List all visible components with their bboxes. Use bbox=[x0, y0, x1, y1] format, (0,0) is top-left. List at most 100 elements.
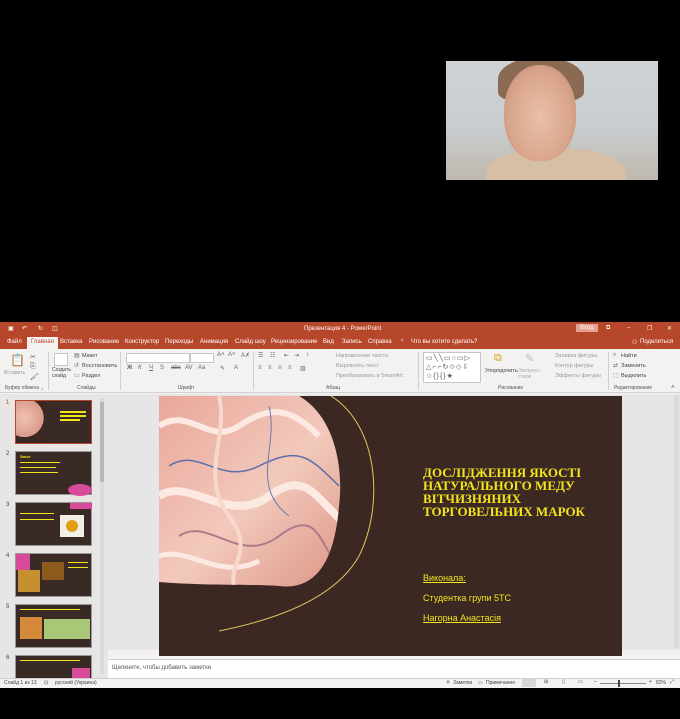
reset-button[interactable]: Восстановить bbox=[82, 363, 117, 369]
align-text-button[interactable]: Выровнять текст bbox=[336, 363, 379, 369]
shadow-icon[interactable]: S bbox=[160, 365, 164, 371]
tab-record[interactable]: Запись bbox=[342, 339, 362, 345]
smartart-button[interactable]: Преобразовать в SmartArt bbox=[336, 373, 403, 379]
reset-icon[interactable]: ↺ bbox=[74, 362, 79, 369]
find-button[interactable]: Найти bbox=[621, 353, 637, 359]
align-right-icon[interactable]: ≡ bbox=[278, 365, 282, 371]
tab-view[interactable]: Вид bbox=[323, 339, 334, 345]
clear-format-icon[interactable]: A✗ bbox=[241, 352, 250, 359]
bullets-icon[interactable]: ☰ bbox=[258, 352, 263, 359]
thumbnail-slide-5[interactable] bbox=[15, 604, 92, 648]
tab-file[interactable]: Файл bbox=[7, 339, 22, 345]
spacing-icon[interactable]: AV bbox=[185, 365, 193, 371]
highlight-icon[interactable]: ✎ bbox=[220, 365, 225, 372]
notes-button[interactable]: Заметки bbox=[453, 680, 472, 686]
thumbnail-slide-2[interactable]: Зміст bbox=[15, 451, 92, 496]
zoom-slider[interactable] bbox=[600, 680, 646, 687]
new-slide-icon[interactable] bbox=[54, 353, 68, 366]
canvas-scrollbar[interactable] bbox=[674, 396, 679, 648]
font-size-select[interactable] bbox=[190, 353, 214, 363]
thumbnail-slide-1[interactable] bbox=[15, 400, 92, 444]
paste-button[interactable]: Вставить bbox=[4, 370, 25, 376]
tab-home[interactable]: Главная bbox=[27, 337, 58, 349]
tab-animations[interactable]: Анимация bbox=[200, 339, 228, 345]
replace-icon[interactable]: ⇄ bbox=[613, 362, 618, 369]
normal-view-icon[interactable] bbox=[522, 679, 536, 687]
tab-review[interactable]: Рецензирование bbox=[271, 339, 317, 345]
slideshow-icon[interactable]: ▭ bbox=[578, 679, 583, 685]
columns-icon[interactable]: ▥ bbox=[300, 365, 306, 372]
close-icon[interactable]: ✕ bbox=[667, 325, 672, 332]
clipboard-launcher-icon[interactable]: ⌟ bbox=[41, 385, 43, 391]
reading-view-icon[interactable]: ▯ bbox=[562, 679, 565, 685]
zoom-slider-handle[interactable] bbox=[618, 680, 620, 687]
strikethrough-icon[interactable]: abc bbox=[171, 365, 181, 371]
spellcheck-icon[interactable]: ⊡ bbox=[44, 680, 48, 686]
indent-icon[interactable]: ⇤ bbox=[284, 352, 289, 359]
shrink-font-icon[interactable]: A˅ bbox=[228, 352, 236, 358]
replace-button[interactable]: Заменить bbox=[621, 363, 646, 369]
justify-icon[interactable]: ≡ bbox=[288, 365, 292, 371]
outdent-icon[interactable]: ⇥ bbox=[294, 352, 299, 359]
fit-to-window-icon[interactable]: ⤢ bbox=[670, 679, 674, 685]
shape-outline-button[interactable]: Контур фигуры bbox=[555, 363, 593, 369]
ribbon-display-icon[interactable]: ⧉ bbox=[606, 325, 610, 332]
shapes-gallery[interactable]: ▭╲╲▭○▭▷ △⌐⌐↻⟐◇⇩ ☆{}{}★ bbox=[423, 352, 481, 383]
collapse-ribbon-icon[interactable]: ˄ bbox=[671, 385, 675, 391]
slide-title[interactable]: ДОСЛІДЖЕННЯ ЯКОСТІ НАТУРАЛЬНОГО МЕДУ ВІТ… bbox=[423, 466, 603, 518]
zoom-level[interactable]: 82% bbox=[656, 680, 666, 686]
section-icon[interactable]: ▭ bbox=[74, 372, 80, 379]
layout-button[interactable]: Макет bbox=[82, 353, 98, 359]
case-icon[interactable]: Aa bbox=[198, 365, 205, 371]
font-color-icon[interactable]: A bbox=[234, 365, 238, 371]
language-indicator[interactable]: русский (Украина) bbox=[55, 680, 97, 686]
select-button[interactable]: Выделить bbox=[621, 373, 646, 379]
format-painter-icon[interactable]: 🖌 bbox=[30, 373, 39, 381]
zoom-out-icon[interactable]: – bbox=[594, 679, 597, 685]
comments-icon[interactable]: ▭ bbox=[478, 680, 483, 686]
find-icon[interactable]: ⌕ bbox=[613, 352, 616, 359]
slide-1[interactable]: ДОСЛІДЖЕННЯ ЯКОСТІ НАТУРАЛЬНОГО МЕДУ ВІТ… bbox=[159, 396, 622, 656]
shape-effects-button[interactable]: Эффекты фигуры bbox=[555, 373, 601, 379]
copy-icon[interactable]: ⎘ bbox=[30, 363, 36, 371]
comments-button[interactable]: Примечания bbox=[486, 680, 515, 686]
italic-icon[interactable]: К bbox=[138, 365, 142, 371]
layout-icon[interactable]: ▤ bbox=[74, 352, 80, 359]
undo-icon[interactable]: ↶ bbox=[22, 325, 27, 332]
thumbnails-scrollbar[interactable] bbox=[100, 398, 104, 674]
slide-sorter-icon[interactable]: ⊞ bbox=[544, 679, 548, 685]
arrange-icon[interactable]: ⧉ bbox=[494, 352, 502, 365]
underline-icon[interactable]: Ч bbox=[149, 365, 153, 371]
paste-icon[interactable]: 📋 bbox=[10, 353, 25, 367]
share-button[interactable]: Поделиться bbox=[640, 339, 673, 345]
login-button[interactable]: Вход bbox=[576, 324, 598, 332]
shape-fill-button[interactable]: Заливка фигуры bbox=[555, 353, 597, 359]
redo-icon[interactable]: ↻ bbox=[38, 325, 43, 332]
bold-icon[interactable]: Ж bbox=[127, 365, 132, 371]
notes-pane[interactable]: Щелкните, чтобы добавить заметки bbox=[108, 659, 680, 679]
align-left-icon[interactable]: ≡ bbox=[258, 365, 262, 371]
tab-transitions[interactable]: Переходы bbox=[165, 339, 193, 345]
section-button[interactable]: Раздел bbox=[82, 373, 100, 379]
thumbnail-slide-3[interactable] bbox=[15, 502, 92, 546]
tab-design[interactable]: Конструктор bbox=[125, 339, 159, 345]
search-box[interactable]: Что вы хотите сделать? bbox=[411, 339, 477, 345]
cut-icon[interactable]: ✂ bbox=[30, 353, 36, 361]
select-icon[interactable]: ⬚ bbox=[613, 372, 619, 379]
align-center-icon[interactable]: ≡ bbox=[268, 365, 272, 371]
quick-styles-button[interactable]: Экспресс-стили bbox=[518, 368, 544, 380]
quick-styles-icon[interactable]: ✎ bbox=[525, 352, 534, 365]
tab-draw[interactable]: Рисование bbox=[89, 339, 119, 345]
text-direction-button[interactable]: Направление текста bbox=[336, 353, 388, 359]
numbering-icon[interactable]: ☷ bbox=[270, 352, 275, 359]
minimize-icon[interactable]: – bbox=[627, 325, 630, 331]
maximize-icon[interactable]: ❐ bbox=[647, 325, 652, 332]
font-name-select[interactable] bbox=[126, 353, 190, 363]
save-icon[interactable]: ▣ bbox=[8, 325, 14, 332]
new-slide-button[interactable]: Создать слайд bbox=[52, 367, 72, 379]
grow-font-icon[interactable]: A˄ bbox=[217, 352, 225, 358]
tab-slideshow[interactable]: Слайд шоу bbox=[235, 339, 266, 345]
scrollbar-thumb[interactable] bbox=[100, 402, 104, 482]
tab-help[interactable]: Справка bbox=[368, 339, 392, 345]
line-spacing-icon[interactable]: ↕ bbox=[306, 352, 309, 358]
